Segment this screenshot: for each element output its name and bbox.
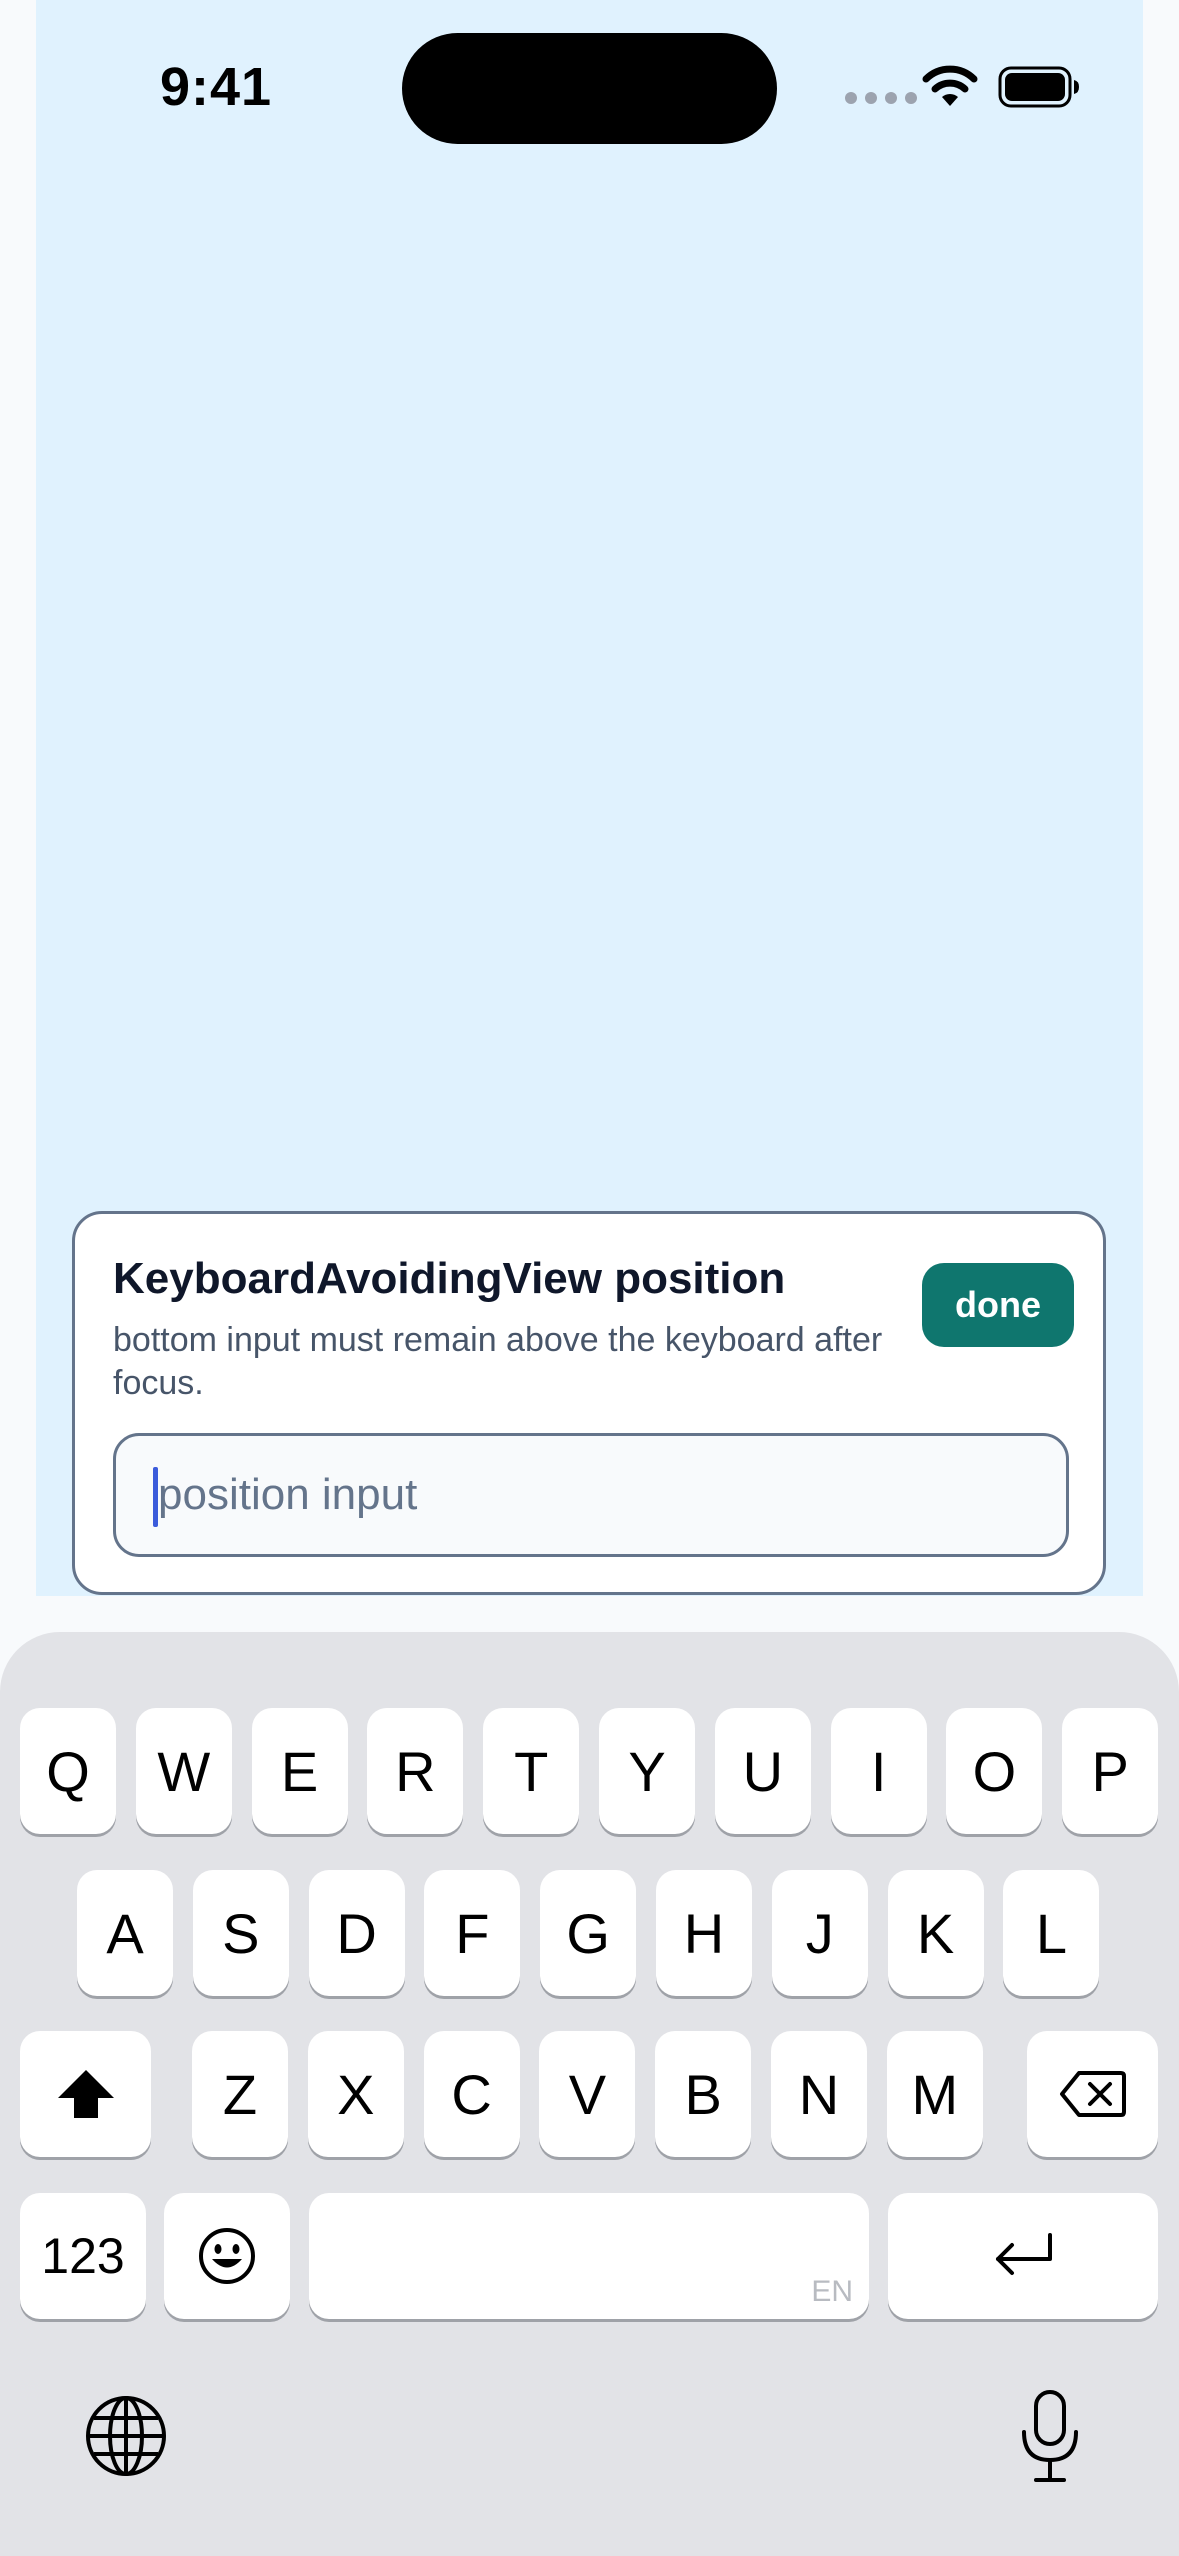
shift-arrow-icon [57, 2070, 114, 2118]
key-v[interactable]: V [539, 2031, 636, 2157]
key-b[interactable]: B [655, 2031, 752, 2157]
key-z[interactable]: Z [192, 2031, 288, 2157]
status-time: 9:41 [160, 57, 273, 117]
key-s[interactable]: S [192, 1870, 289, 1996]
key-j[interactable]: J [771, 1870, 868, 1996]
key-t[interactable]: T [483, 1708, 580, 1834]
keyboard: QWERTYUIOP ASDFGHJKL ZXCVBNM 123 EN [0, 1632, 1179, 2556]
position-input-placeholder: position input [158, 1470, 418, 1519]
key-l[interactable]: L [1003, 1870, 1100, 1996]
key-f[interactable]: F [424, 1870, 521, 1996]
key-m[interactable]: M [886, 2031, 983, 2157]
key-w[interactable]: W [135, 1708, 232, 1834]
space-language-hint: EN [811, 2275, 853, 2308]
key-x[interactable]: X [307, 2031, 404, 2157]
key-e[interactable]: E [251, 1708, 348, 1834]
key-g[interactable]: G [540, 1870, 637, 1996]
battery-icon [998, 66, 1079, 108]
key-h[interactable]: H [656, 1870, 752, 1996]
card-description: bottom input must remain above the keybo… [113, 1321, 883, 1402]
key-i[interactable]: I [830, 1708, 927, 1834]
key-d[interactable]: D [308, 1870, 405, 1996]
key-y[interactable]: Y [599, 1708, 695, 1834]
key-c[interactable]: C [423, 2031, 520, 2157]
key-q[interactable]: Q [20, 1708, 116, 1834]
key-o[interactable]: O [946, 1708, 1043, 1834]
emoji-key[interactable] [164, 2193, 290, 2319]
key-a[interactable]: A [77, 1870, 173, 1996]
return-key[interactable] [888, 2193, 1158, 2319]
microphone-icon[interactable] [1018, 2388, 1082, 2484]
numbers-key[interactable]: 123 [20, 2193, 146, 2319]
key-r[interactable]: R [367, 1708, 464, 1834]
cellular-signal-icon [845, 92, 917, 104]
backspace-icon [1059, 2071, 1126, 2117]
space-key[interactable]: EN [309, 2193, 869, 2319]
key-k[interactable]: K [887, 1870, 984, 1996]
key-u[interactable]: U [714, 1708, 811, 1834]
key-p[interactable]: P [1062, 1708, 1159, 1834]
card-title: KeyboardAvoidingView position [113, 1254, 786, 1303]
shift-key[interactable] [20, 2031, 151, 2157]
key-n[interactable]: N [771, 2031, 867, 2157]
emoji-icon [199, 2228, 255, 2284]
delete-key[interactable] [1027, 2031, 1158, 2157]
position-input[interactable]: position input [113, 1433, 1069, 1557]
return-icon [996, 2233, 1052, 2275]
position-card: KeyboardAvoidingView position bottom inp… [72, 1211, 1106, 1595]
dynamic-island [402, 33, 777, 144]
globe-icon[interactable] [84, 2394, 168, 2478]
wifi-icon [922, 65, 978, 106]
done-button[interactable]: done [922, 1263, 1074, 1347]
